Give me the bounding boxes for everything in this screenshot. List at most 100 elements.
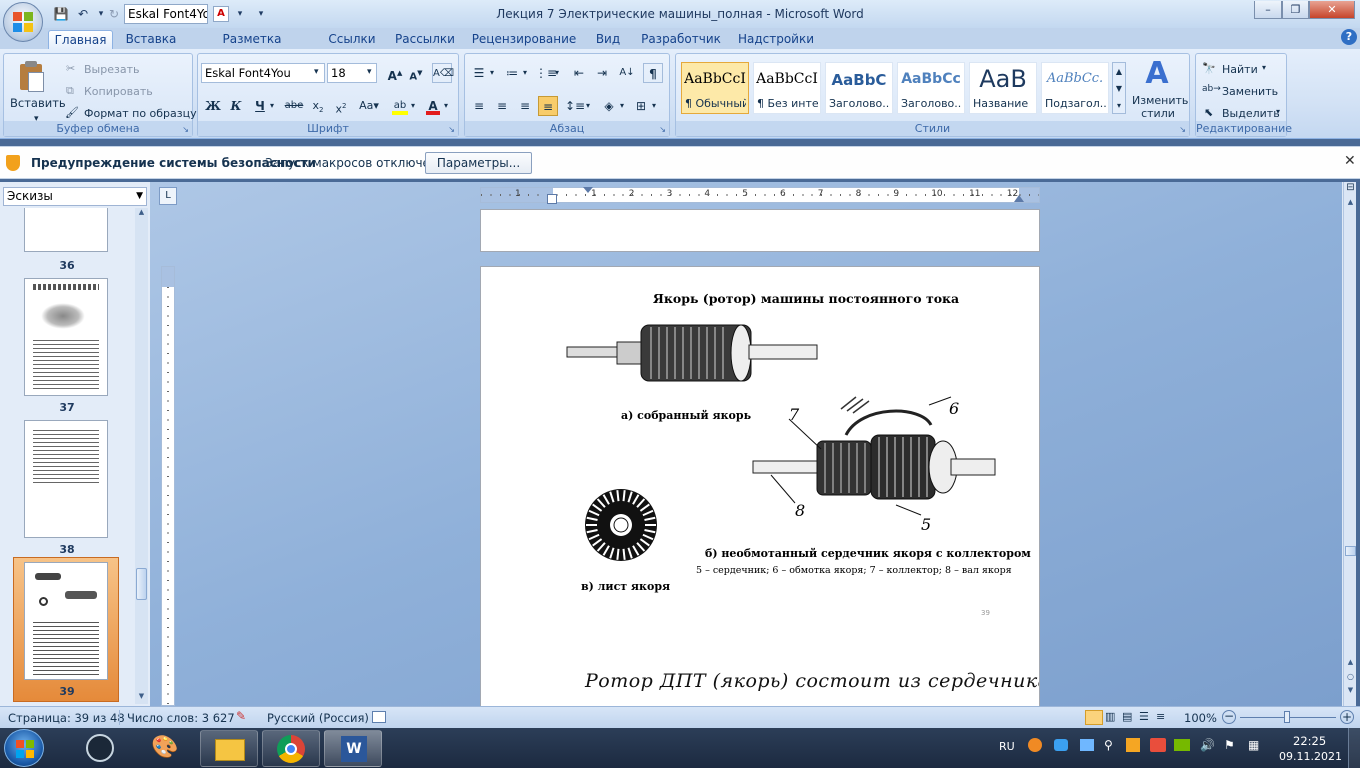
style-heading-2[interactable]: AaBbCc Заголово...	[897, 62, 965, 114]
decrease-indent-icon[interactable]: ⇤	[569, 63, 589, 83]
first-line-indent-marker[interactable]	[583, 187, 593, 193]
format-painter-icon[interactable]: 🖌	[65, 106, 79, 119]
bullets-icon[interactable]: ☰	[469, 63, 489, 83]
cut-button[interactable]: Вырезать	[84, 63, 139, 76]
draft-view-icon[interactable]: ≡	[1156, 710, 1165, 723]
proofing-icon[interactable]: ✎	[236, 709, 246, 723]
usb-icon[interactable]: ⚲	[1104, 738, 1113, 752]
grow-font-icon[interactable]: A▲	[385, 63, 405, 83]
full-screen-reading-icon[interactable]: ▥	[1105, 710, 1115, 723]
highlight-icon[interactable]: ab	[390, 96, 410, 116]
dialog-launcher-icon[interactable]: ↘	[182, 125, 189, 134]
paint-icon[interactable]: 🎨	[150, 734, 180, 762]
tab-mailings[interactable]: Рассылки	[392, 30, 458, 49]
strikethrough-icon[interactable]: abe	[284, 96, 304, 116]
tab-references[interactable]: Ссылки	[324, 30, 380, 49]
previous-page-icon[interactable]: ▲	[1344, 658, 1357, 670]
numbering-icon[interactable]: ≔	[502, 63, 522, 83]
find-button[interactable]: Найти	[1222, 63, 1258, 76]
print-layout-view-icon[interactable]	[1085, 710, 1103, 725]
clock-time[interactable]: 22:25	[1293, 734, 1326, 748]
steam-icon[interactable]	[86, 734, 114, 762]
dialog-launcher-icon[interactable]: ↘	[659, 125, 666, 134]
zoom-out-icon[interactable]: −	[1222, 710, 1236, 724]
zoom-in-icon[interactable]: +	[1340, 710, 1354, 724]
dialog-launcher-icon[interactable]: ↘	[448, 125, 455, 134]
show-desktop-button[interactable]	[1348, 728, 1360, 768]
scroll-up-icon[interactable]: ▲	[1344, 198, 1357, 210]
tray-orange-icon[interactable]	[1126, 738, 1140, 752]
thumbnail-page-38[interactable]	[24, 420, 108, 538]
tray-app-icon[interactable]	[1028, 738, 1042, 752]
start-button[interactable]	[4, 729, 44, 767]
chevron-down-icon[interactable]: ▾	[270, 101, 274, 110]
language[interactable]: Русский (Россия)	[267, 711, 369, 725]
replace-icon[interactable]: ab→	[1202, 84, 1221, 94]
tab-home[interactable]: Главная	[48, 30, 113, 49]
style-normal[interactable]: AaBbCcI ¶ Обычный	[681, 62, 749, 114]
change-styles-icon[interactable]: A	[1142, 58, 1172, 90]
borders-icon[interactable]: ⊞	[631, 96, 651, 116]
chevron-down-icon[interactable]: ▾	[1276, 107, 1280, 116]
left-indent-marker[interactable]	[547, 194, 557, 204]
chevron-down-icon[interactable]: ▾	[620, 101, 624, 110]
word-taskbar-button[interactable]: W	[324, 730, 382, 767]
input-language[interactable]: RU	[999, 740, 1015, 753]
font-color-icon[interactable]: A	[423, 96, 443, 116]
tab-view[interactable]: Вид	[590, 30, 626, 49]
chevron-down-icon[interactable]: ▾	[1262, 63, 1266, 72]
close-button[interactable]: ✕	[1309, 1, 1355, 19]
nvidia-icon[interactable]	[1174, 739, 1190, 751]
italic-icon[interactable]: К	[226, 96, 246, 116]
close-icon[interactable]: ✕	[1344, 153, 1356, 169]
right-indent-marker[interactable]	[1014, 195, 1024, 202]
tab-addins[interactable]: Надстройки	[736, 30, 816, 49]
justify-icon[interactable]: ≡	[538, 96, 558, 116]
show-formatting-icon[interactable]: ¶	[643, 63, 663, 83]
options-button[interactable]: Параметры...	[425, 152, 532, 174]
tab-review[interactable]: Рецензирование	[470, 30, 578, 49]
paste-button[interactable]: Вставить	[10, 96, 66, 110]
align-left-icon[interactable]: ≡	[469, 96, 489, 116]
help-icon[interactable]: ?	[1341, 29, 1357, 45]
underline-icon[interactable]: Ч	[250, 96, 270, 116]
cloud-icon[interactable]	[1054, 739, 1068, 751]
subscript-icon[interactable]: x2	[308, 96, 328, 116]
font-name-combo[interactable]: Eskal Font4You	[201, 63, 325, 83]
cut-icon[interactable]: ✂	[66, 62, 75, 75]
clear-formatting-icon[interactable]: A⌫	[432, 63, 454, 83]
thumbnail-page-37[interactable]	[24, 278, 108, 396]
style-subtitle[interactable]: AaBbCc. Подзагол...	[1041, 62, 1109, 114]
shrink-font-icon[interactable]: A▼	[406, 63, 426, 83]
chevron-down-icon[interactable]: ▾	[652, 101, 656, 110]
outline-view-icon[interactable]: ☰	[1139, 710, 1149, 723]
explorer-taskbar-button[interactable]	[200, 730, 258, 767]
pane-view-combo[interactable]: Эскизы ▼	[3, 187, 147, 206]
style-no-spacing[interactable]: AaBbCcI ¶ Без инте...	[753, 62, 821, 114]
vertical-ruler[interactable]	[161, 266, 175, 707]
select-button[interactable]: Выделить	[1222, 107, 1280, 120]
thumbnails-scrollbar[interactable]: ▲ ▼	[135, 208, 148, 704]
align-center-icon[interactable]: ≡	[492, 96, 512, 116]
line-spacing-icon[interactable]: ↕≡	[565, 96, 585, 116]
office-button[interactable]	[3, 2, 43, 42]
replace-button[interactable]: Заменить	[1222, 85, 1278, 98]
paste-icon[interactable]	[18, 60, 46, 92]
chevron-down-icon[interactable]: ▾	[586, 101, 590, 110]
zoom-level[interactable]: 100%	[1184, 711, 1217, 725]
document-page[interactable]: Якорь (ротор) машины постоянного тока а)…	[480, 266, 1040, 711]
style-title[interactable]: AaB Название	[969, 62, 1037, 114]
web-layout-icon[interactable]: ▤	[1122, 710, 1132, 723]
ruler-toggle-icon[interactable]: ⊟	[1344, 182, 1357, 196]
align-right-icon[interactable]: ≡	[515, 96, 535, 116]
tab-developer[interactable]: Разработчик	[638, 30, 724, 49]
styles-scroll[interactable]: ▲ ▼ ▾	[1112, 62, 1126, 114]
superscript-icon[interactable]: x2	[331, 96, 351, 116]
chevron-down-icon[interactable]: ▾	[523, 68, 527, 77]
tab-insert[interactable]: Вставка	[122, 30, 180, 49]
macro-record-icon[interactable]	[372, 711, 386, 723]
increase-indent-icon[interactable]: ⇥	[592, 63, 612, 83]
chevron-down-icon[interactable]: ▾	[411, 101, 415, 110]
volume-icon[interactable]: 🔊	[1200, 738, 1215, 752]
change-styles-button[interactable]: Изменить стили	[1132, 94, 1188, 120]
